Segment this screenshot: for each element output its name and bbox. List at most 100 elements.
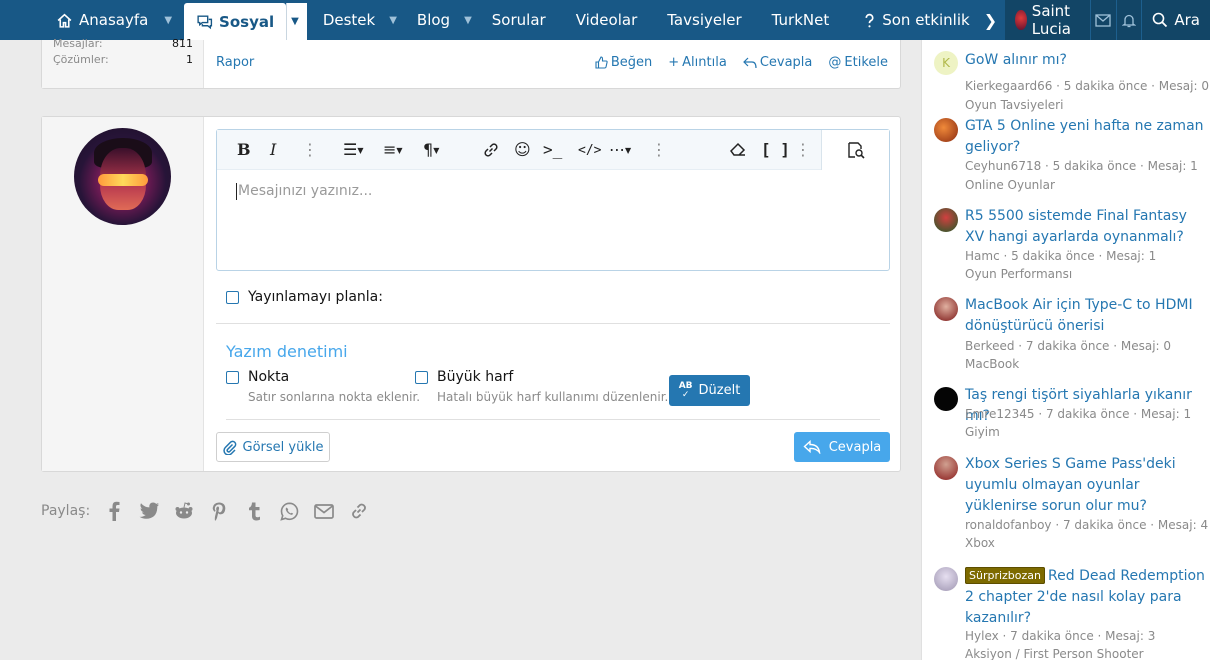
- email-icon[interactable]: [313, 500, 335, 522]
- more-vertical-icon[interactable]: ⋮: [302, 141, 318, 159]
- thread-meta: Berkeed · 7 dakika önce · Mesaj: 0: [965, 339, 1172, 353]
- nav-social[interactable]: Sosyal: [184, 3, 287, 40]
- chevron-down-icon[interactable]: ▼: [385, 0, 405, 40]
- nav-support[interactable]: Destek: [307, 0, 385, 40]
- avatar: [1015, 10, 1027, 30]
- reply-user-cell: [42, 117, 204, 471]
- nav-recommendations-label: Tavsiyeler: [667, 11, 742, 29]
- tumblr-icon[interactable]: [243, 500, 265, 522]
- reply-icon: [742, 57, 757, 68]
- inbox-button[interactable]: [1089, 0, 1116, 40]
- alerts-button[interactable]: [1115, 0, 1142, 40]
- bold-icon[interactable]: B: [237, 141, 251, 159]
- report-link[interactable]: Rapor: [216, 55, 254, 70]
- avatar: [934, 456, 958, 480]
- brackets-icon[interactable]: [ ]: [761, 141, 790, 159]
- thread-forum[interactable]: Giyim: [965, 425, 1000, 439]
- schedule-checkbox[interactable]: [226, 290, 239, 304]
- thread-title[interactable]: Sürprizbozan Red Dead Redemption 2 chapte…: [965, 565, 1209, 629]
- search-label: Ara: [1174, 11, 1200, 29]
- more-vertical-icon[interactable]: ⋮: [795, 141, 811, 159]
- link-icon[interactable]: [482, 141, 500, 163]
- period-label: Nokta: [248, 369, 290, 385]
- user-menu[interactable]: Saint Lucia: [1005, 0, 1090, 40]
- nav-home-label: Anasayfa: [79, 11, 149, 29]
- stat-messages: Mesajlar: 811: [53, 37, 193, 50]
- nav-turknet[interactable]: TurkNet: [754, 0, 842, 40]
- reply-icon: [803, 440, 821, 454]
- nav-recent-activity[interactable]: Son etkinlik: [841, 0, 975, 40]
- latest-threads-sidebar: K GoW alınır mı? Kierkegaard66 · 5 dakik…: [921, 40, 1210, 660]
- chat-icon: [197, 15, 213, 30]
- list-icon[interactable]: ☰▼: [343, 141, 364, 160]
- stat-solutions: Çözümler: 1: [53, 53, 193, 66]
- smiley-icon[interactable]: ☺: [514, 141, 531, 159]
- thread-forum[interactable]: Oyun Tavsiyeleri: [965, 98, 1063, 112]
- thread-forum[interactable]: Xbox: [965, 536, 995, 550]
- chevron-down-icon[interactable]: ▼: [160, 0, 180, 40]
- thread-meta: Emre12345 · 7 dakika önce · Mesaj: 1: [965, 407, 1192, 421]
- avatar: [74, 128, 171, 225]
- link-icon[interactable]: [348, 500, 370, 522]
- thread-title[interactable]: Xbox Series S Game Pass'deki uyumlu olma…: [965, 454, 1209, 517]
- stat-value: 1: [186, 53, 193, 66]
- message-editor: B I ⋮ ☰▼ ≡▼ ¶▼ ☺ >_ </> ⋯▼ ⋮ [ ] ⋮ Mesaj…: [216, 129, 890, 271]
- user-stats: Mesajlar: 811 Çözümler: 1: [42, 37, 204, 88]
- code-icon[interactable]: </>: [578, 142, 601, 160]
- align-icon[interactable]: ≡▼: [383, 141, 403, 160]
- quote-label: Alıntıla: [682, 55, 727, 70]
- period-option[interactable]: Nokta: [226, 369, 289, 385]
- nav-blog[interactable]: Blog: [405, 0, 460, 40]
- thread-forum[interactable]: Aksiyon / First Person Shooter: [965, 647, 1144, 660]
- submit-reply-button[interactable]: Cevapla: [794, 432, 890, 462]
- eraser-icon[interactable]: [729, 141, 747, 161]
- terminal-icon[interactable]: >_: [543, 141, 562, 159]
- capitalization-option[interactable]: Büyük harf: [415, 369, 513, 385]
- schedule-option[interactable]: Yayınlamayı planla:: [226, 289, 383, 305]
- tag-button[interactable]: @ Etikele: [828, 55, 888, 70]
- nav-home[interactable]: Anasayfa: [0, 0, 160, 40]
- facebook-icon[interactable]: [103, 500, 125, 522]
- thread-forum[interactable]: Online Oyunlar: [965, 178, 1055, 192]
- nav-recommendations[interactable]: Tavsiyeler: [649, 0, 753, 40]
- period-checkbox[interactable]: [226, 370, 239, 384]
- preview-button[interactable]: [821, 130, 889, 170]
- envelope-icon: [1095, 13, 1111, 27]
- thread-title[interactable]: GTA 5 Online yeni hafta ne zaman geliyor…: [965, 116, 1209, 158]
- thumbs-up-icon: [595, 56, 608, 69]
- more-horizontal-icon[interactable]: ⋯▼: [609, 141, 631, 160]
- paragraph-icon[interactable]: ¶▼: [423, 141, 439, 160]
- reply-button[interactable]: Cevapla: [742, 55, 812, 70]
- search-button[interactable]: Ara: [1141, 0, 1210, 40]
- thread-forum[interactable]: MacBook: [965, 357, 1019, 371]
- submit-label: Cevapla: [828, 439, 882, 455]
- top-navigation: Anasayfa ▼ Sosyal ▼ Destek ▼ Blog ▼ Soru…: [0, 0, 1210, 40]
- nav-questions[interactable]: Sorular: [480, 0, 558, 40]
- fix-button[interactable]: AB ✓ Düzelt: [669, 375, 750, 406]
- thread-title[interactable]: GoW alınır mı?: [965, 50, 1209, 71]
- thread-title[interactable]: R5 5500 sistemde Final Fantasy XV hangi …: [965, 206, 1209, 248]
- quote-button[interactable]: + Alıntıla: [668, 55, 727, 70]
- more-vertical-icon[interactable]: ⋮: [651, 141, 667, 159]
- pinterest-icon[interactable]: [208, 500, 230, 522]
- chevron-right-icon[interactable]: ❯: [976, 0, 1005, 40]
- capitalization-checkbox[interactable]: [415, 370, 428, 384]
- thread-title[interactable]: MacBook Air için Type-C to HDMI dönüştür…: [965, 295, 1209, 337]
- whatsapp-icon[interactable]: [278, 500, 300, 522]
- capitalization-label: Büyük harf: [437, 369, 514, 385]
- upload-image-button[interactable]: Görsel yükle: [216, 432, 330, 462]
- reddit-icon[interactable]: [173, 500, 195, 522]
- plus-icon: +: [668, 55, 680, 70]
- like-button[interactable]: Beğen: [595, 55, 652, 70]
- avatar: [934, 567, 958, 591]
- italic-icon[interactable]: I: [270, 141, 276, 159]
- like-label: Beğen: [610, 55, 653, 70]
- capitalization-description: Hatalı büyük harf kullanımı düzenlenir.: [437, 390, 669, 404]
- stat-value: 811: [172, 37, 193, 50]
- thread-forum[interactable]: Oyun Performansı: [965, 267, 1072, 281]
- message-input[interactable]: Mesajınızı yazınız...: [217, 170, 889, 270]
- twitter-icon[interactable]: [138, 500, 160, 522]
- chevron-down-icon[interactable]: ▼: [460, 0, 480, 40]
- chevron-down-icon[interactable]: ▼: [286, 3, 307, 40]
- nav-videos[interactable]: Videolar: [558, 0, 650, 40]
